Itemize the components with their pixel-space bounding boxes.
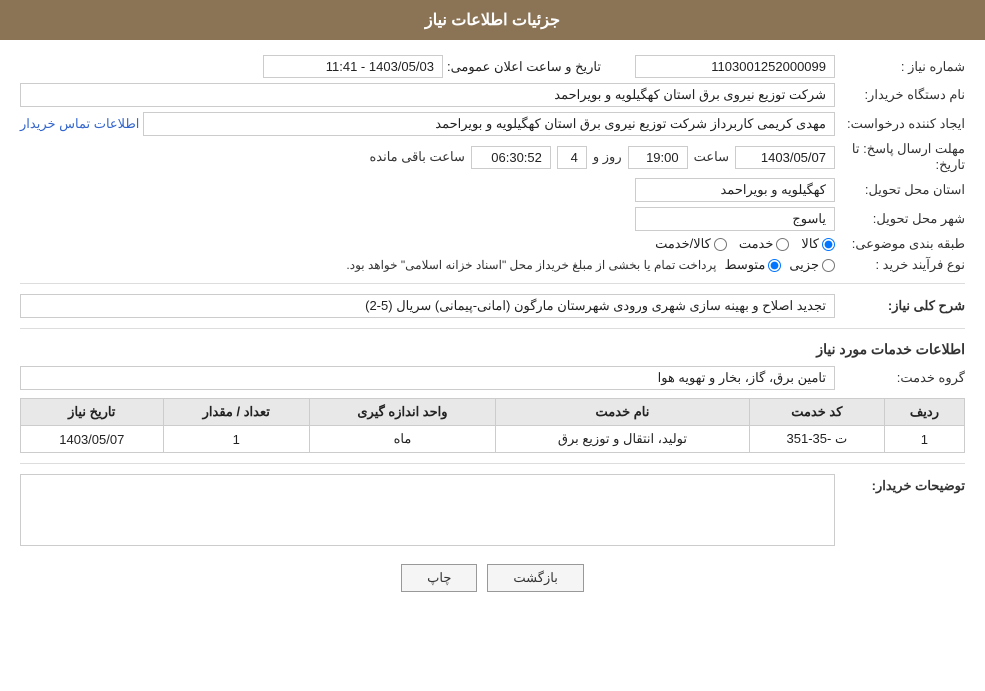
purchase-type-label: نوع فرآیند خرید : [835, 257, 965, 273]
requester-row: ایجاد کننده درخواست: مهدی کریمی کاربرداز… [20, 112, 965, 136]
category-radio-kala-khedmat[interactable] [714, 238, 727, 251]
requester-value: مهدی کریمی کاربرداز شرکت توزیع نیروی برق… [143, 112, 835, 136]
need-number-row: شماره نیاز : 1103001252000099 تاریخ و سا… [20, 55, 965, 78]
page-wrapper: جزئیات اطلاعات نیاز شماره نیاز : 1103001… [0, 0, 985, 691]
delivery-city-label: شهر محل تحویل: [835, 211, 965, 227]
page-header: جزئیات اطلاعات نیاز [0, 0, 985, 40]
purchase-type-note: پرداخت تمام یا بخشی از مبلغ خریداز محل "… [346, 258, 716, 272]
table-header-row: ردیف کد خدمت نام خدمت واحد اندازه گیری ت… [21, 399, 965, 426]
buyer-name-label: نام دستگاه خریدار: [835, 87, 965, 103]
cell-row-0: 1 [884, 426, 964, 453]
need-desc-value: تجدید اصلاح و بهینه سازی شهری ورودی شهرس… [20, 294, 835, 318]
col-header-code: کد خدمت [749, 399, 884, 426]
category-row: طبقه بندی موضوعی: کالا خدمت کالا/خدمت [20, 236, 965, 252]
cell-code-0: ت -35-351 [749, 426, 884, 453]
main-content: شماره نیاز : 1103001252000099 تاریخ و سا… [0, 40, 985, 622]
col-header-unit: واحد اندازه گیری [309, 399, 495, 426]
cell-name-0: تولید، انتقال و توزیع برق [496, 426, 750, 453]
purchase-jozi-label: جزیی [789, 257, 819, 273]
purchase-motavasset-label: متوسط [724, 257, 765, 273]
category-option-khedmat: خدمت [739, 236, 790, 252]
service-group-label: گروه خدمت: [835, 370, 965, 386]
services-table: ردیف کد خدمت نام خدمت واحد اندازه گیری ت… [20, 398, 965, 453]
need-number-value: 1103001252000099 [635, 55, 835, 78]
print-button[interactable]: چاپ [401, 564, 477, 592]
purchase-type-motavasset-radio[interactable] [768, 259, 781, 272]
table-row: 1 ت -35-351 تولید، انتقال و توزیع برق ما… [21, 426, 965, 453]
delivery-city-value: یاسوج [635, 207, 835, 231]
buyer-name-row: نام دستگاه خریدار: شرکت توزیع نیروی برق … [20, 83, 965, 107]
deadline-date: 1403/05/07 [735, 146, 835, 169]
col-header-qty: تعداد / مقدار [163, 399, 309, 426]
purchase-type-jozi-radio[interactable] [822, 259, 835, 272]
col-header-row: ردیف [884, 399, 964, 426]
buyer-notes-label: توضیحات خریدار: [835, 474, 965, 494]
category-option-kala-khedmat: کالا/خدمت [655, 236, 727, 252]
purchase-type-motavasset: متوسط [724, 257, 781, 273]
need-desc-label: شرح کلی نیاز: [835, 298, 965, 314]
footer-buttons: بازگشت چاپ [20, 564, 965, 592]
divider-1 [20, 283, 965, 284]
back-button[interactable]: بازگشت [487, 564, 583, 592]
deadline-row: مهلت ارسال پاسخ: تا تاریخ: 1403/05/07 سا… [20, 141, 965, 173]
category-khedmat-label: خدمت [739, 236, 774, 252]
deadline-day-label: روز و [593, 149, 622, 165]
col-header-name: نام خدمت [496, 399, 750, 426]
deadline-time-label: ساعت [694, 149, 729, 165]
contact-link[interactable]: اطلاعات تماس خریدار [20, 116, 139, 132]
buyer-notes-row: توضیحات خریدار: [20, 474, 965, 549]
category-label: طبقه بندی موضوعی: [835, 236, 965, 252]
delivery-province-row: استان محل تحویل: کهگیلویه و بویراحمد [20, 178, 965, 202]
requester-label: ایجاد کننده درخواست: [835, 116, 965, 132]
buyer-notes-textarea[interactable] [20, 474, 835, 546]
publish-label: تاریخ و ساعت اعلان عمومی: [447, 59, 601, 75]
category-kala-khedmat-label: کالا/خدمت [655, 236, 711, 252]
deadline-time: 19:00 [628, 146, 688, 169]
cell-unit-0: ماه [309, 426, 495, 453]
category-kala-label: کالا [801, 236, 819, 252]
delivery-province-value: کهگیلویه و بویراحمد [635, 178, 835, 202]
delivery-city-row: شهر محل تحویل: یاسوج [20, 207, 965, 231]
purchase-type-row: نوع فرآیند خرید : جزیی متوسط پرداخت تمام… [20, 257, 965, 273]
service-group-row: گروه خدمت: تامین برق، گاز، بخار و تهویه … [20, 366, 965, 390]
deadline-label: مهلت ارسال پاسخ: تا تاریخ: [835, 141, 965, 173]
cell-qty-0: 1 [163, 426, 309, 453]
purchase-type-jozi: جزیی [789, 257, 835, 273]
col-header-date: تاریخ نیاز [21, 399, 164, 426]
need-number-label: شماره نیاز : [835, 59, 965, 75]
divider-2 [20, 328, 965, 329]
category-option-kala: کالا [801, 236, 835, 252]
cell-date-0: 1403/05/07 [21, 426, 164, 453]
need-desc-row: شرح کلی نیاز: تجدید اصلاح و بهینه سازی ش… [20, 294, 965, 318]
service-group-value: تامین برق، گاز، بخار و تهویه هوا [20, 366, 835, 390]
category-radio-khedmat[interactable] [776, 238, 789, 251]
services-section-title: اطلاعات خدمات مورد نیاز [20, 341, 965, 358]
page-title: جزئیات اطلاعات نیاز [425, 12, 560, 29]
deadline-remaining-label: ساعت باقی مانده [369, 149, 464, 165]
deadline-remaining: 06:30:52 [471, 146, 551, 169]
category-radio-group: کالا خدمت کالا/خدمت [20, 236, 835, 252]
divider-3 [20, 463, 965, 464]
delivery-province-label: استان محل تحویل: [835, 182, 965, 198]
category-radio-kala[interactable] [822, 238, 835, 251]
publish-value: 1403/05/03 - 11:41 [263, 55, 443, 78]
deadline-days: 4 [557, 146, 587, 169]
buyer-name-value: شرکت توزیع نیروی برق استان کهگیلویه و بو… [20, 83, 835, 107]
